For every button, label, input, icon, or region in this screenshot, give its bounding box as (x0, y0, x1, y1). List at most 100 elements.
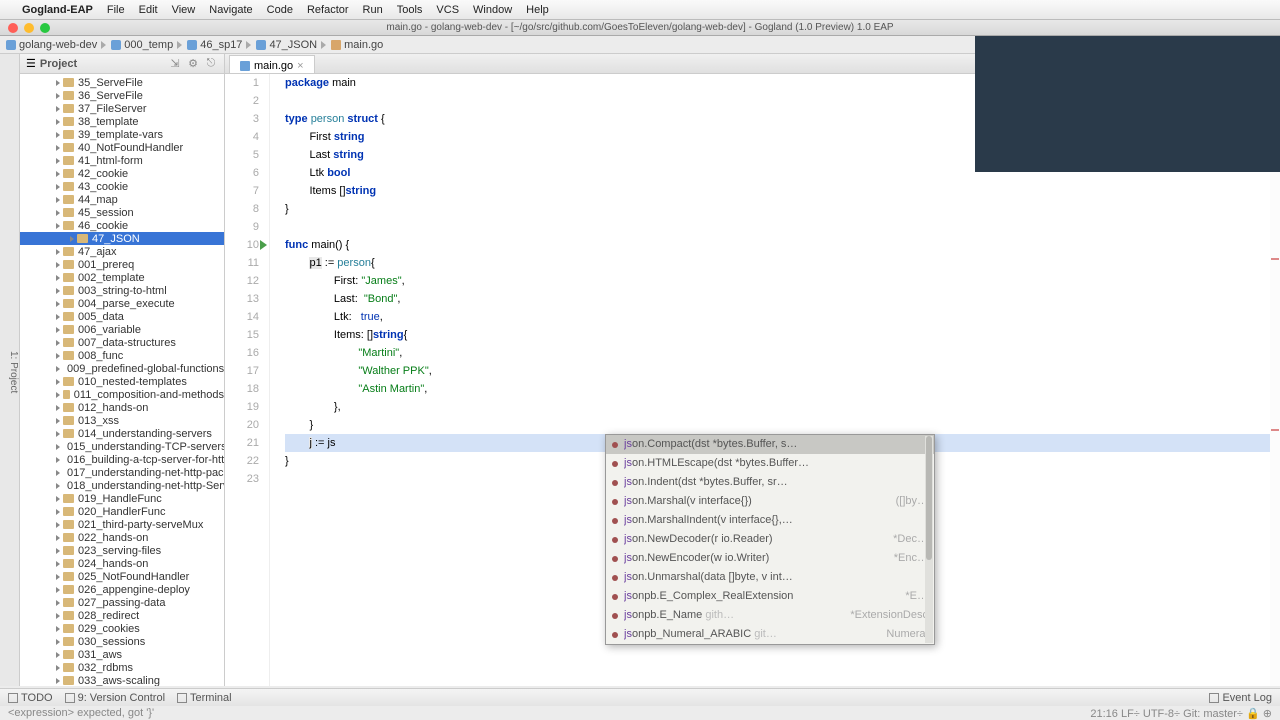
tree-item[interactable]: 39_template-vars (20, 128, 224, 141)
menu-file[interactable]: File (107, 4, 125, 16)
titlebar: main.go - golang-web-dev - [~/go/src/git… (0, 20, 1280, 36)
completion-item[interactable]: json.HTMLEscape(dst *bytes.Buffer… (606, 454, 934, 473)
tree-item[interactable]: 021_third-party-serveMux (20, 518, 224, 531)
tree-item[interactable]: 40_NotFoundHandler (20, 141, 224, 154)
tree-item[interactable]: 030_sessions (20, 635, 224, 648)
menu-window[interactable]: Window (473, 4, 512, 16)
run-gutter-icon[interactable] (260, 240, 267, 250)
menubar: Gogland-EAP File Edit View Navigate Code… (0, 0, 1280, 20)
tree-item[interactable]: 017_understanding-net-http-package (20, 466, 224, 479)
tree-item[interactable]: 012_hands-on (20, 401, 224, 414)
rail-project[interactable]: 1: Project (8, 351, 19, 393)
tree-item[interactable]: 033_aws-scaling (20, 674, 224, 686)
tree-item[interactable]: 023_serving-files (20, 544, 224, 557)
collapse-icon[interactable]: ⇲ (168, 57, 182, 71)
completion-item[interactable]: json.Marshal(v interface{})([]by… (606, 492, 934, 511)
tree-item[interactable]: 46_cookie (20, 219, 224, 232)
crumb[interactable]: main.go (321, 39, 383, 51)
menu-run[interactable]: Run (363, 4, 383, 16)
close-icon[interactable] (8, 23, 18, 33)
window-title: main.go - golang-web-dev - [~/go/src/git… (386, 22, 893, 33)
tree-item[interactable]: 027_passing-data (20, 596, 224, 609)
status-vcs[interactable]: 9: Version Control (65, 692, 165, 704)
tree-item[interactable]: 029_cookies (20, 622, 224, 635)
tree-item[interactable]: 007_data-structures (20, 336, 224, 349)
tree-item[interactable]: 022_hands-on (20, 531, 224, 544)
menu-app[interactable]: Gogland-EAP (22, 4, 93, 16)
tree-item[interactable]: 005_data (20, 310, 224, 323)
menu-tools[interactable]: Tools (397, 4, 423, 16)
tree-item[interactable]: 015_understanding-TCP-servers (20, 440, 224, 453)
close-tab-icon[interactable]: × (297, 60, 303, 72)
menu-refactor[interactable]: Refactor (307, 4, 349, 16)
tree-item[interactable]: 41_html-form (20, 154, 224, 167)
tree-item[interactable]: 020_HandlerFunc (20, 505, 224, 518)
completion-item[interactable]: json.MarshalIndent(v interface{},… (606, 511, 934, 530)
tree-item[interactable]: 42_cookie (20, 167, 224, 180)
menu-help[interactable]: Help (526, 4, 549, 16)
tree-item[interactable]: 004_parse_execute (20, 297, 224, 310)
completion-item[interactable]: jsonpb.E_Name gith…*ExtensionDesc (606, 606, 934, 625)
tree-item[interactable]: 016_building-a-tcp-server-for-http (20, 453, 224, 466)
tree-item[interactable]: 38_template (20, 115, 224, 128)
tree-item[interactable]: 45_session (20, 206, 224, 219)
crumb[interactable]: golang-web-dev (6, 39, 97, 51)
minimize-icon[interactable] (24, 23, 34, 33)
menu-vcs[interactable]: VCS (436, 4, 459, 16)
menu-navigate[interactable]: Navigate (209, 4, 252, 16)
status-eventlog[interactable]: Event Log (1209, 692, 1272, 704)
tree-item[interactable]: 026_appengine-deploy (20, 583, 224, 596)
completion-popup[interactable]: json.Compact(dst *bytes.Buffer, s…json.H… (605, 434, 935, 645)
tree-item[interactable]: 36_ServeFile (20, 89, 224, 102)
crumb[interactable]: 000_temp (101, 39, 173, 51)
tree-item[interactable]: 013_xss (20, 414, 224, 427)
menu-code[interactable]: Code (267, 4, 293, 16)
tree-item[interactable]: 018_understanding-net-http-ServeMu (20, 479, 224, 492)
tree-item[interactable]: 001_prereq (20, 258, 224, 271)
file-icon (331, 40, 341, 50)
tab-main-go[interactable]: main.go × (229, 55, 315, 73)
completion-item[interactable]: json.Unmarshal(data []byte, v int… (606, 568, 934, 587)
tree-item[interactable]: 47_ajax (20, 245, 224, 258)
crumb[interactable]: 46_sp17 (177, 39, 242, 51)
tree-item[interactable]: 008_func (20, 349, 224, 362)
hide-icon[interactable]: ⎋ (204, 57, 218, 71)
completion-item[interactable]: jsonpb.E_Complex_RealExtension*E… (606, 587, 934, 606)
project-sidebar: ☰ Project ⇲ ⚙ ⎋ 35_ServeFile36_ServeFile… (20, 54, 225, 686)
tree-item[interactable]: 011_composition-and-methods (20, 388, 224, 401)
tree-item[interactable]: 010_nested-templates (20, 375, 224, 388)
project-tree[interactable]: 35_ServeFile36_ServeFile37_FileServer38_… (20, 74, 224, 686)
completion-item[interactable]: json.Indent(dst *bytes.Buffer, sr… (606, 473, 934, 492)
tree-item[interactable]: 014_understanding-servers (20, 427, 224, 440)
completion-item[interactable]: jsonpb_Numeral_ARABIC git…Numeral (606, 625, 934, 644)
tree-item[interactable]: 37_FileServer (20, 102, 224, 115)
tree-item[interactable]: 47_JSON (20, 232, 224, 245)
webcam-overlay (975, 36, 1280, 172)
menu-edit[interactable]: Edit (139, 4, 158, 16)
tree-item[interactable]: 44_map (20, 193, 224, 206)
tree-item[interactable]: 024_hands-on (20, 557, 224, 570)
status-terminal[interactable]: Terminal (177, 692, 232, 704)
tree-item[interactable]: 032_rdbms (20, 661, 224, 674)
tree-item[interactable]: 009_predefined-global-functions (20, 362, 224, 375)
gear-icon[interactable]: ⚙ (186, 57, 200, 71)
tree-item[interactable]: 006_variable (20, 323, 224, 336)
menu-view[interactable]: View (172, 4, 196, 16)
status-todo[interactable]: TODO (8, 692, 53, 704)
tree-item[interactable]: 003_string-to-html (20, 284, 224, 297)
tree-item[interactable]: 031_aws (20, 648, 224, 661)
tree-item[interactable]: 025_NotFoundHandler (20, 570, 224, 583)
completion-item[interactable]: json.Compact(dst *bytes.Buffer, s… (606, 435, 934, 454)
sidebar-icon: ☰ (26, 57, 36, 70)
completion-item[interactable]: json.NewEncoder(w io.Writer)*Enc… (606, 549, 934, 568)
tree-item[interactable]: 35_ServeFile (20, 76, 224, 89)
tab-label: main.go (254, 60, 293, 72)
popup-scrollbar[interactable] (925, 436, 933, 643)
crumb[interactable]: 47_JSON (246, 39, 317, 51)
tree-item[interactable]: 028_redirect (20, 609, 224, 622)
tree-item[interactable]: 43_cookie (20, 180, 224, 193)
tree-item[interactable]: 002_template (20, 271, 224, 284)
completion-item[interactable]: json.NewDecoder(r io.Reader)*Dec… (606, 530, 934, 549)
zoom-icon[interactable] (40, 23, 50, 33)
tree-item[interactable]: 019_HandleFunc (20, 492, 224, 505)
